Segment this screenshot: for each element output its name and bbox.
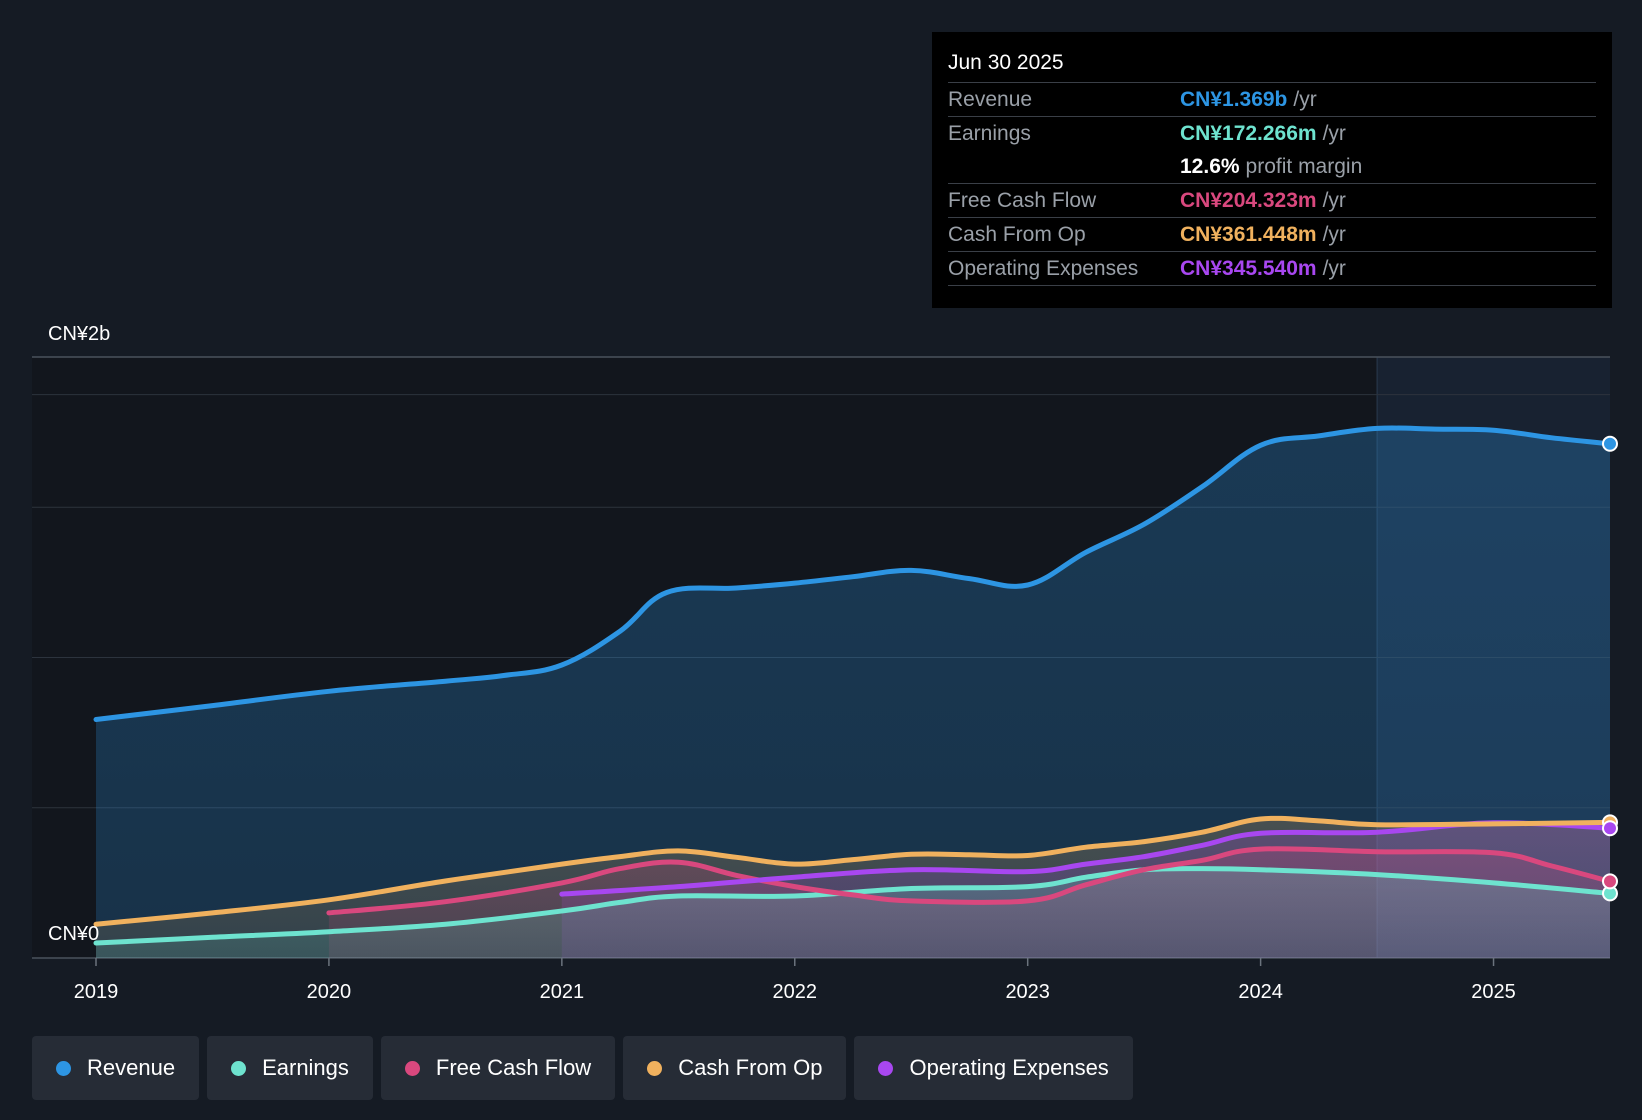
legend-item-earnings[interactable]: Earnings xyxy=(207,1036,373,1100)
y-tick-label-max: CN¥2b xyxy=(48,323,110,345)
tooltip-value: 12.6% xyxy=(1180,155,1240,178)
tooltip-row-earnings: Earnings CN¥172.266m /yr xyxy=(948,117,1596,150)
x-tick-label: 2020 xyxy=(307,981,352,1003)
tooltip-row-margin: 12.6% profit margin xyxy=(948,150,1596,184)
tooltip-unit: /yr xyxy=(1293,88,1317,111)
end-marker-revenue xyxy=(1602,435,1618,452)
tooltip-unit: profit margin xyxy=(1245,155,1363,178)
legend-label: Earnings xyxy=(262,1055,349,1080)
legend: Revenue Earnings Free Cash Flow Cash Fro… xyxy=(32,1036,1141,1100)
tooltip-label: Cash From Op xyxy=(948,223,1086,246)
tooltip-unit: /yr xyxy=(1322,189,1346,212)
legend-label: Revenue xyxy=(87,1055,176,1080)
tooltip-value: CN¥172.266m xyxy=(1180,122,1317,145)
revenue-dot-icon xyxy=(56,1060,71,1076)
x-tick-label: 2022 xyxy=(773,981,818,1003)
operating-expenses-dot-icon xyxy=(878,1060,894,1076)
tooltip-label: Free Cash Flow xyxy=(948,189,1097,212)
tooltip-row-cfo: Cash From Op CN¥361.448m /yr xyxy=(948,218,1596,252)
tooltip-row-fcf: Free Cash Flow CN¥204.323m /yr xyxy=(948,184,1596,218)
legend-item-free-cash-flow[interactable]: Free Cash Flow xyxy=(380,1036,616,1100)
x-tick-label: 2019 xyxy=(74,981,119,1003)
earnings-dot-icon xyxy=(231,1060,247,1076)
end-marker-free-cash-flow xyxy=(1602,873,1618,890)
x-tick-label: 2021 xyxy=(540,981,585,1003)
tooltip-unit: /yr xyxy=(1322,257,1346,280)
tooltip-value: CN¥204.323m xyxy=(1180,189,1317,212)
free-cash-flow-dot-icon xyxy=(404,1060,420,1076)
tooltip-value: CN¥345.540m xyxy=(1180,257,1317,280)
legend-item-operating-expenses[interactable]: Operating Expenses xyxy=(854,1036,1133,1100)
tooltip-label: Earnings xyxy=(948,122,1031,145)
tooltip-row-opex: Operating Expenses CN¥345.540m /yr xyxy=(948,252,1596,286)
legend-label: Free Cash Flow xyxy=(435,1055,592,1080)
legend-label: Operating Expenses xyxy=(909,1055,1109,1080)
cash-from-op-dot-icon xyxy=(647,1060,663,1076)
tooltip-label: Operating Expenses xyxy=(948,257,1139,280)
tooltip-panel: Jun 30 2025 Revenue CN¥1.369b /yr Earnin… xyxy=(932,32,1612,308)
tooltip-row-revenue: Revenue CN¥1.369b /yr xyxy=(948,83,1596,117)
legend-label: Cash From Op xyxy=(678,1055,823,1080)
legend-item-cash-from-op[interactable]: Cash From Op xyxy=(623,1036,847,1100)
tooltip-value: CN¥361.448m xyxy=(1180,223,1317,246)
legend-item-revenue[interactable]: Revenue xyxy=(32,1036,200,1100)
x-tick-label: 2024 xyxy=(1238,981,1283,1003)
tooltip-label xyxy=(948,150,1180,183)
tooltip-value: CN¥1.369b xyxy=(1180,88,1288,111)
tooltip-date: Jun 30 2025 xyxy=(948,46,1596,83)
y-tick-label-zero: CN¥0 xyxy=(48,923,99,945)
tooltip-label: Revenue xyxy=(948,88,1033,111)
end-marker-operating-expenses xyxy=(1602,820,1618,837)
x-tick-label: 2023 xyxy=(1005,981,1050,1003)
tooltip-unit: /yr xyxy=(1322,122,1346,145)
tooltip-unit: /yr xyxy=(1322,223,1346,246)
x-tick-label: 2025 xyxy=(1471,981,1516,1003)
